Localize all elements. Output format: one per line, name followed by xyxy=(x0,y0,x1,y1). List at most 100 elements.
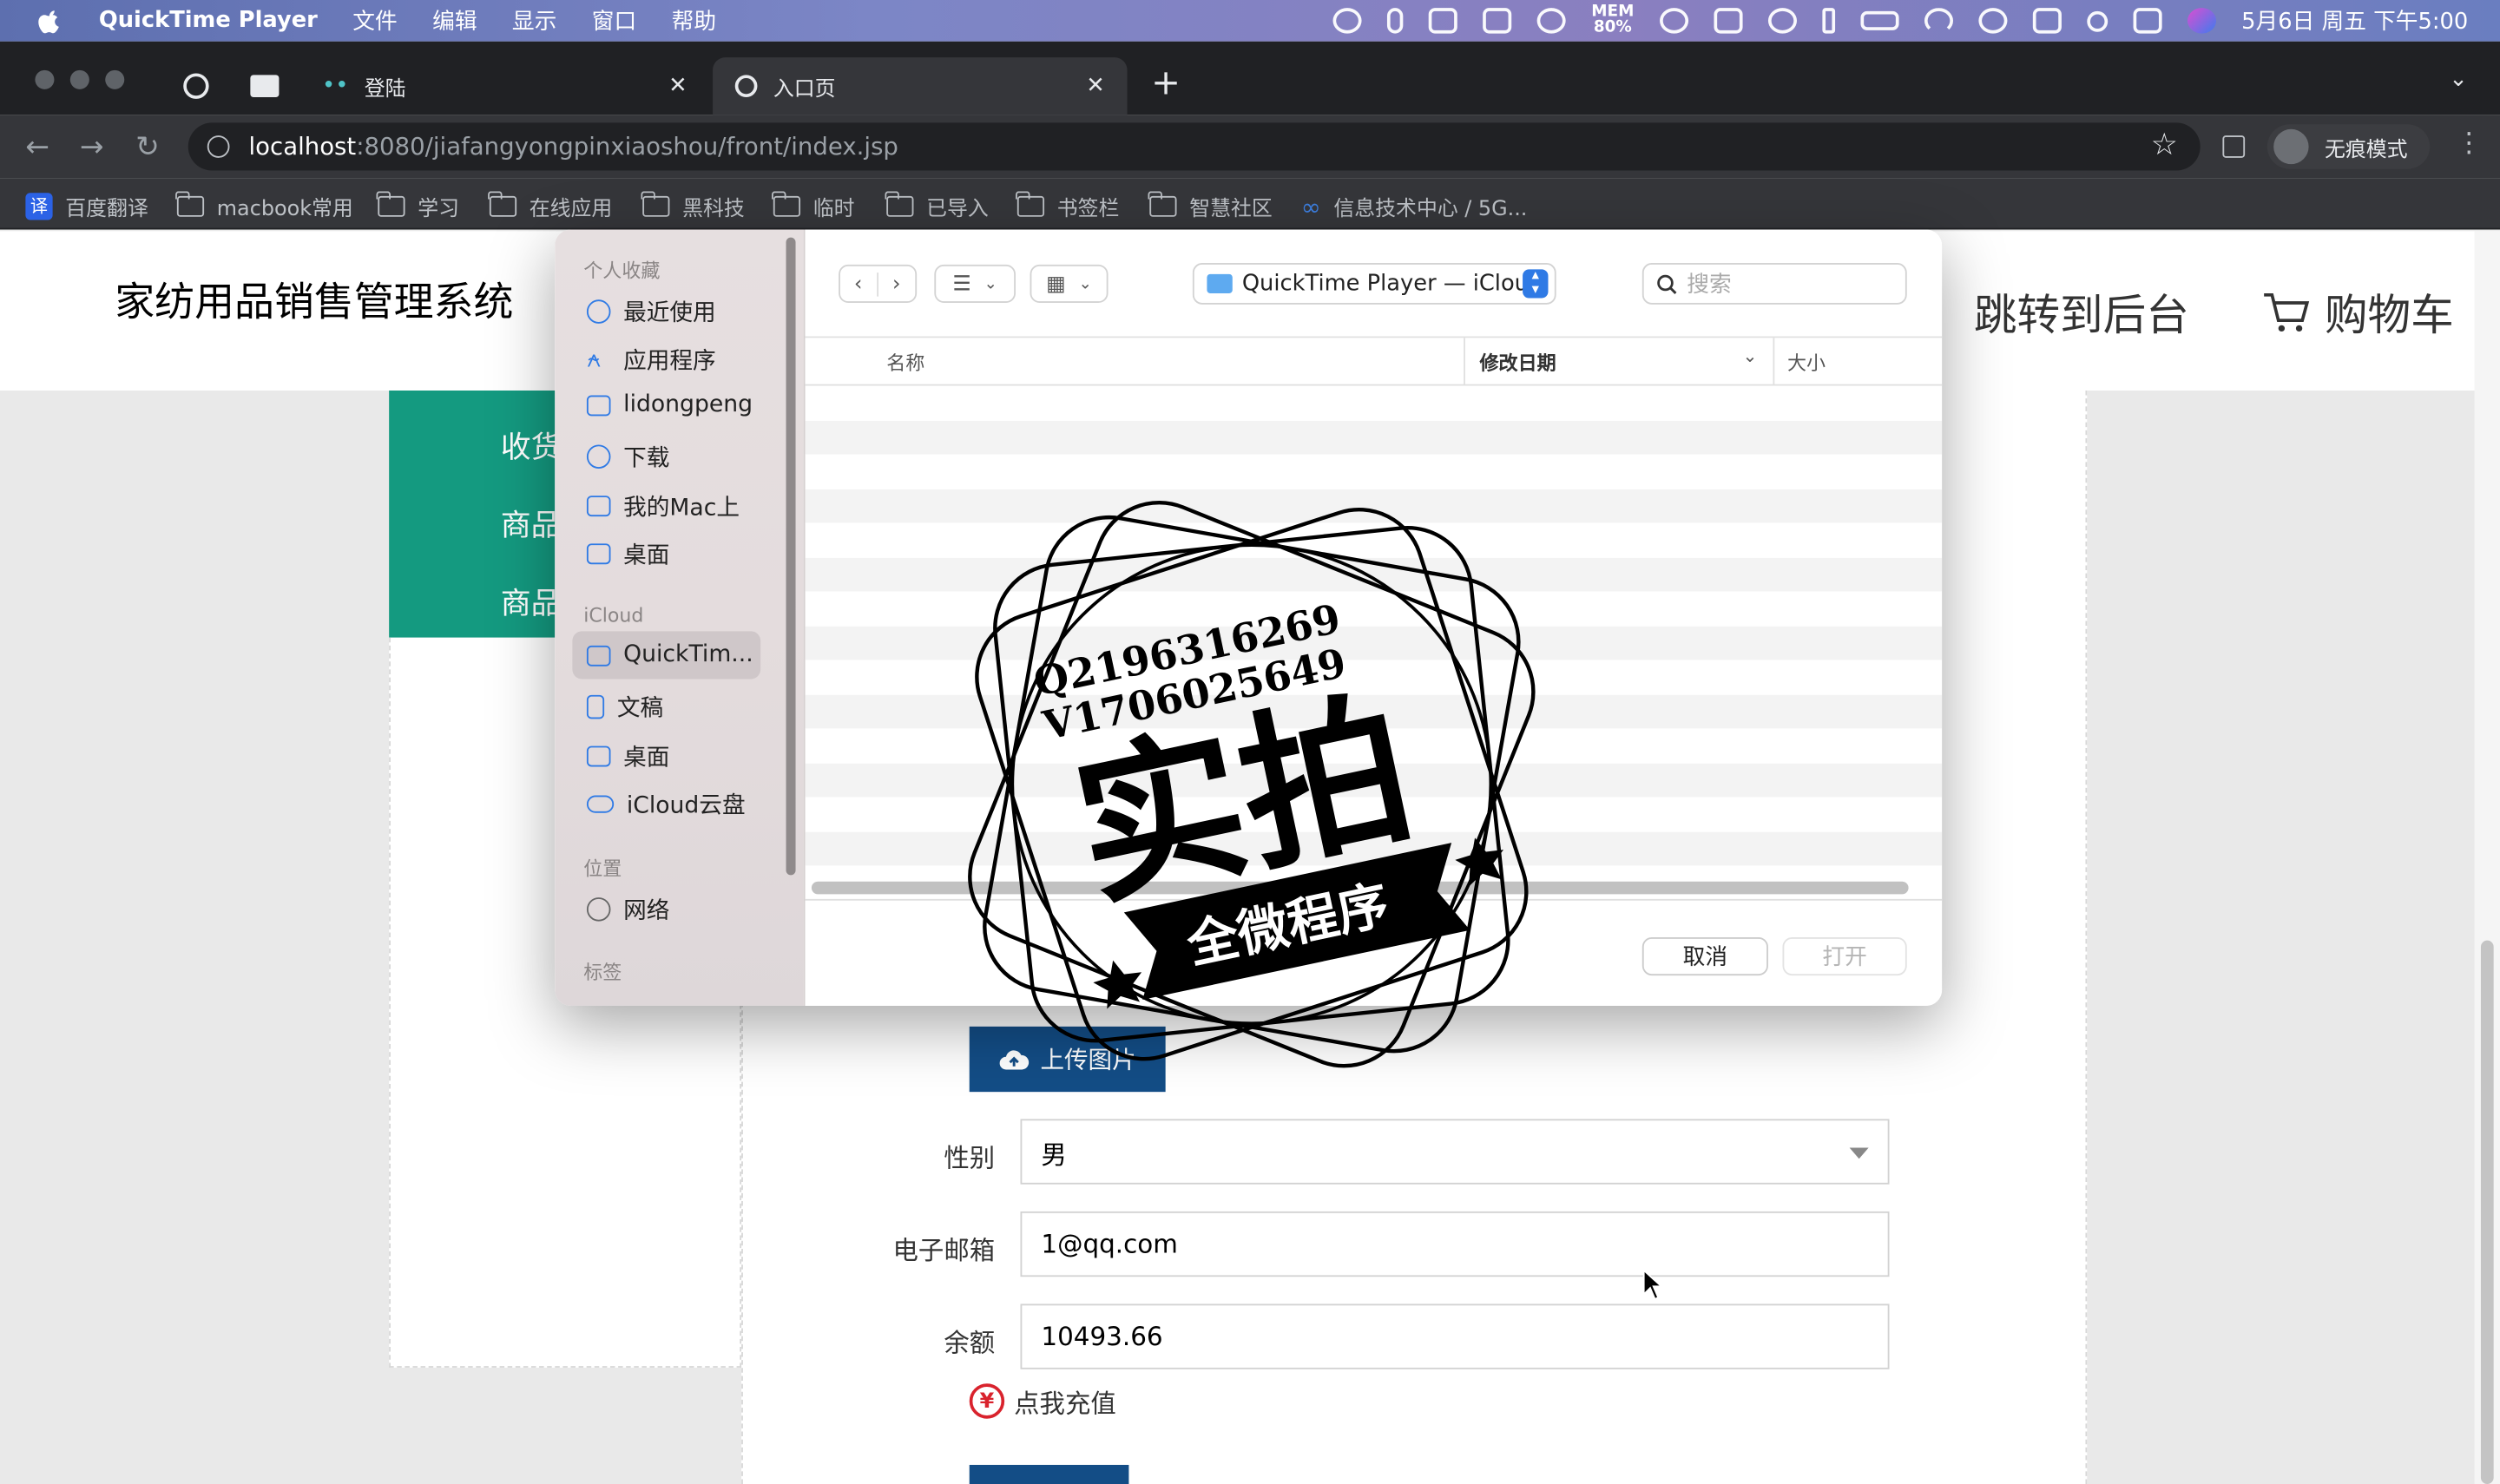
clipboard-app-icon[interactable] xyxy=(2032,8,2062,34)
sidebar-item-documents[interactable]: 文稿 xyxy=(586,690,663,724)
siri-icon[interactable] xyxy=(2187,8,2216,34)
reload-icon[interactable]: ↻ xyxy=(135,131,160,165)
side-panel-icon[interactable] xyxy=(2222,135,2246,158)
new-tab-plus-icon[interactable]: + xyxy=(1151,63,1181,103)
window-close-button[interactable] xyxy=(35,69,55,89)
nav-item-shipping[interactable]: 收货 xyxy=(501,424,562,468)
forward-arrow-icon[interactable]: → xyxy=(80,131,104,165)
nav-item-goods[interactable]: 商品 xyxy=(501,502,562,546)
memory-meter[interactable]: MEM 80% xyxy=(1591,4,1634,37)
email-field[interactable]: 1@qq.com xyxy=(1020,1211,1890,1277)
wifi-icon[interactable] xyxy=(1924,8,1953,34)
menu-view[interactable]: 显示 xyxy=(512,5,556,37)
sidebar-item-desktop[interactable]: 桌面 xyxy=(586,537,669,571)
page-scroll-thumb[interactable] xyxy=(2480,940,2494,1484)
bookmark-folder[interactable]: 已导入 xyxy=(885,191,989,221)
mouse-pointer-icon xyxy=(1642,1269,1664,1301)
bluetooth-icon[interactable] xyxy=(1822,8,1835,34)
sidebar-item-icloud-drive[interactable]: iCloud云盘 xyxy=(586,787,746,821)
vpn-icon[interactable] xyxy=(1767,8,1797,34)
chevron-right-icon[interactable]: › xyxy=(878,272,915,296)
view-mode-list-button[interactable]: ☰ ⌄ xyxy=(934,264,1016,303)
search-input[interactable]: 搜索 xyxy=(1641,263,1907,305)
tab-close-icon[interactable]: ✕ xyxy=(1086,73,1105,98)
apple-icon[interactable] xyxy=(35,6,63,35)
sidebar-scrollbar[interactable] xyxy=(786,237,796,876)
column-name[interactable]: 名称 xyxy=(886,349,924,376)
browser-menu-icon[interactable]: ⋮ xyxy=(2456,128,2483,160)
menu-help[interactable]: 帮助 xyxy=(672,5,716,37)
wps-icon[interactable] xyxy=(1483,8,1512,34)
file-list-header: 名称 修改日期 ⌄ 大小 xyxy=(805,338,1943,386)
sidebar-item-quicktime-folder[interactable]: QuickTim... xyxy=(586,642,753,668)
sidebar-item-applications[interactable]: ⍲ 应用程序 xyxy=(587,343,716,377)
microphone-icon[interactable] xyxy=(1387,8,1404,34)
pinned-tab-globe-icon[interactable] xyxy=(183,73,209,99)
submit-button[interactable] xyxy=(969,1464,1129,1484)
chevron-left-icon[interactable]: ‹ xyxy=(840,272,878,296)
record-icon[interactable] xyxy=(1332,8,1362,34)
site-title[interactable]: 家纺用品销售管理系统 xyxy=(115,271,513,328)
menu-file[interactable]: 文件 xyxy=(352,5,397,37)
recharge-link[interactable]: ¥ 点我充值 xyxy=(969,1382,1116,1420)
back-arrow-icon[interactable]: ← xyxy=(25,131,49,165)
control-center-icon[interactable] xyxy=(2133,8,2162,34)
address-bar[interactable]: localhost :8080/jiafangyongpinxiaoshou/f… xyxy=(188,122,2201,171)
folder-icon xyxy=(885,191,914,217)
menu-edit[interactable]: 编辑 xyxy=(432,5,477,37)
notification-bell-icon[interactable] xyxy=(1536,8,1566,34)
bookmark-folder[interactable]: 黑科技 xyxy=(641,191,745,221)
balance-field[interactable]: 10493.66 xyxy=(1020,1303,1890,1369)
bookmark-label: 临时 xyxy=(812,197,855,222)
sidebar-item-icloud-desktop[interactable]: 桌面 xyxy=(586,739,669,773)
sidebar-item-network[interactable]: 网络 xyxy=(586,893,669,927)
folder-icon xyxy=(641,191,670,217)
bookmark-star-icon[interactable]: ☆ xyxy=(2151,128,2178,162)
tab-close-icon[interactable]: ✕ xyxy=(668,73,688,98)
sidebar-item-recents[interactable]: 最近使用 xyxy=(586,295,716,329)
group-by-button[interactable]: ▦ ⌄ xyxy=(1030,264,1109,303)
window-switcher-icon[interactable] xyxy=(1714,8,1743,34)
menu-window[interactable]: 窗口 xyxy=(592,5,636,37)
incognito-indicator[interactable]: 无痕模式 xyxy=(2266,124,2431,169)
bookmark-folder[interactable]: macbook常用 xyxy=(175,191,353,221)
column-modified[interactable]: 修改日期 xyxy=(1479,349,1556,376)
backstage-link[interactable]: 跳转到后台 xyxy=(1974,280,2189,343)
tab-search-chevron-icon[interactable]: ⌄ xyxy=(2449,67,2468,92)
folder-icon xyxy=(488,191,517,217)
battery-icon[interactable] xyxy=(1860,10,1899,30)
bookmark-item[interactable]: 译 百度翻译 xyxy=(25,191,148,221)
menubar-clock[interactable]: 5月6日 周五 下午5:00 xyxy=(2241,5,2468,37)
password-manager-icon[interactable] xyxy=(1659,8,1688,34)
dialog-sidebar: 个人收藏 最近使用 ⍲ 应用程序 lidongpeng 下载 我的Mac上 桌面 … xyxy=(555,229,806,1006)
tab-dots-icon: •• xyxy=(322,73,349,99)
sidebar-item-downloads[interactable]: 下载 xyxy=(586,440,669,474)
spotlight-search-icon[interactable] xyxy=(2086,10,2108,31)
cancel-button[interactable]: 取消 xyxy=(1641,937,1768,976)
bookmark-folder[interactable]: 临时 xyxy=(772,191,855,222)
menu-app-name[interactable]: QuickTime Player xyxy=(99,8,318,33)
network-globe-icon xyxy=(586,897,611,922)
open-button[interactable]: 打开 xyxy=(1782,937,1907,976)
location-label: QuickTime Player — iCloud xyxy=(1241,271,1543,297)
site-info-icon[interactable] xyxy=(207,135,230,158)
sidebar-item-on-my-mac[interactable]: 我的Mac上 xyxy=(586,489,740,523)
gender-select[interactable]: 男 xyxy=(1020,1119,1890,1185)
tab-login[interactable]: •• 登陆 ✕ xyxy=(303,57,709,115)
sidebar-item-home[interactable]: lidongpeng xyxy=(586,392,753,417)
column-size[interactable]: 大小 xyxy=(1787,349,1826,376)
window-minimize-button[interactable] xyxy=(69,69,89,89)
cart-link[interactable]: 购物车 xyxy=(2260,280,2454,343)
input-method-icon[interactable] xyxy=(1428,8,1457,34)
bookmark-folder[interactable]: 在线应用 xyxy=(488,191,612,221)
bookmark-folder[interactable]: 智慧社区 xyxy=(1148,191,1273,221)
tab-entry-page[interactable]: 入口页 ✕ xyxy=(713,57,1128,115)
user-account-icon[interactable] xyxy=(1978,8,2008,34)
location-popup[interactable]: QuickTime Player — iCloud ▴ ▾ xyxy=(1192,263,1556,305)
window-zoom-button[interactable] xyxy=(105,69,125,89)
bookmark-folder[interactable]: 书签栏 xyxy=(1016,191,1119,221)
bookmark-folder[interactable]: 学习 xyxy=(377,191,459,221)
pinned-tab-window-icon[interactable] xyxy=(250,75,280,98)
bookmark-item[interactable]: ∞ 信息技术中心 / 5G... xyxy=(1301,191,1528,221)
nav-item-goods-2[interactable]: 商品 xyxy=(501,581,562,624)
